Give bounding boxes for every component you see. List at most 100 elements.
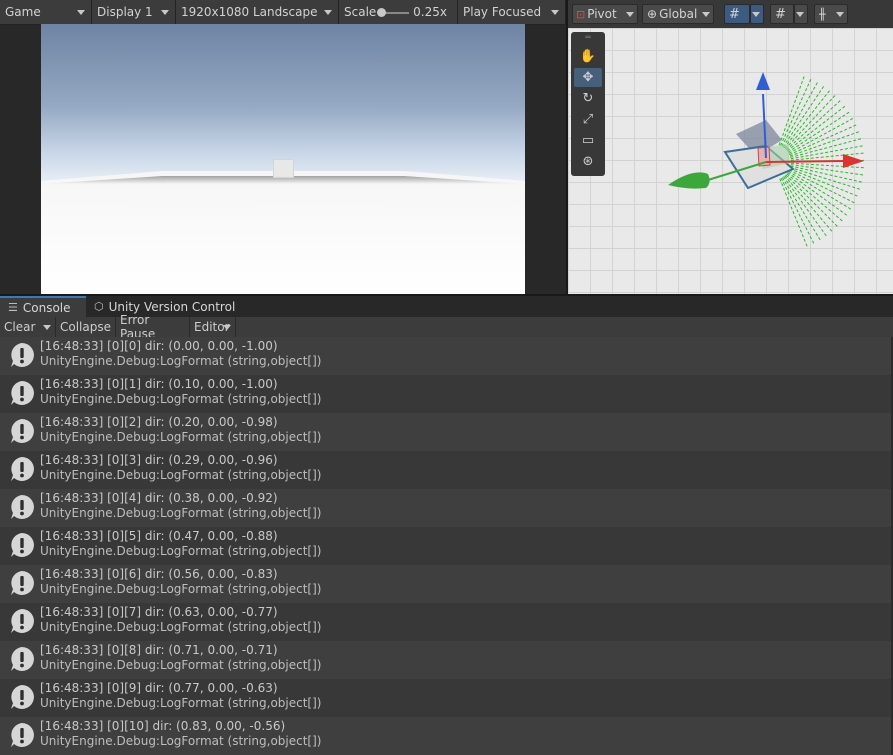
debug-ray [790,166,861,190]
chevron-down-icon [752,12,760,17]
editor-dropdown[interactable]: Editor [190,317,236,337]
game-ground-plane [41,171,525,294]
hand-icon: ✋ [579,49,597,64]
x-axis-arrow-icon[interactable] [843,154,864,168]
scene-gizmo-layer [668,72,865,248]
log-entry[interactable]: [16:48:33] [0][1] dir: (0.10, 0.00, -1.0… [0,375,891,413]
log-entry[interactable]: [16:48:33] [0][2] dir: (0.20, 0.00, -0.9… [0,413,891,451]
debug-ray [789,130,860,157]
warning-icon [9,380,35,406]
collapse-toggle[interactable]: Collapse [56,317,116,337]
scale-icon: ⤢ [582,112,594,127]
tab-console[interactable]: ☰ Console [0,296,86,317]
log-message: [16:48:33] [0][3] dir: (0.29, 0.00, -0.9… [40,453,278,467]
log-message: [16:48:33] [0][9] dir: (0.77, 0.00, -0.6… [40,681,278,695]
debug-ray [790,165,863,183]
scale-tool[interactable]: ⤢ [574,110,602,129]
game-view-dropdown[interactable]: Game [0,0,92,24]
scene-viewport[interactable]: ═ ✋ ✥ ↻ ⤢ ▭ ⊛ [568,28,893,294]
play-mode-dropdown[interactable]: Play Focused [458,0,566,24]
grid-dropdown[interactable] [750,4,764,24]
x-axis-handle[interactable] [765,160,844,163]
console-list-icon: ☰ [8,301,18,314]
chevron-down-icon [796,12,804,17]
warning-icon [9,532,35,558]
scale-slider-track[interactable] [383,12,409,14]
log-entry[interactable]: [16:48:33] [0][9] dir: (0.77, 0.00, -0.6… [0,679,891,717]
log-entry[interactable]: [16:48:33] [0][7] dir: (0.63, 0.00, -0.7… [0,603,891,641]
log-entry[interactable]: [16:48:33] [0][8] dir: (0.71, 0.00, -0.7… [0,641,891,679]
log-entry[interactable]: [16:48:33] [0][0] dir: (0.00, 0.00, -1.0… [0,337,891,375]
resolution-dropdown[interactable]: 1920x1080 Landscape [176,0,339,24]
grid-toggle-button[interactable]: # [724,4,750,24]
log-message: [16:48:33] [0][5] dir: (0.47, 0.00, -0.8… [40,529,278,543]
clear-button[interactable]: Clear [0,317,56,337]
pivot-toggle[interactable]: ⊡ Pivot [572,4,638,24]
debug-ray [788,117,855,154]
move-tool[interactable]: ✥ [574,68,602,87]
rect-tool[interactable]: ▭ [574,131,602,150]
game-cube [273,159,294,178]
chevron-down-icon [77,10,85,15]
game-view-panel: Game Display 1 1920x1080 Landscape Scale… [0,0,566,294]
version-control-icon: ⬡ [94,300,104,313]
error-pause-toggle[interactable]: Error Pause [116,313,190,341]
chevron-down-icon [161,10,169,15]
warning-icon [9,722,35,748]
log-stacktrace: UnityEngine.Debug:LogFormat (string,obje… [40,430,322,444]
globe-icon: ⊕ [647,7,658,21]
debug-ray [785,174,839,228]
warning-icon [9,570,35,596]
log-stacktrace: UnityEngine.Debug:LogFormat (string,obje… [40,582,322,596]
y-axis-arrow-icon[interactable] [756,72,770,90]
display-dropdown[interactable]: Display 1 [92,0,176,24]
debug-ray [784,175,834,233]
log-entry[interactable]: [16:48:33] [0][4] dir: (0.38, 0.00, -0.9… [0,489,891,527]
warning-icon [9,646,35,672]
scene-tools-palette: ═ ✋ ✥ ↻ ⤢ ▭ ⊛ [571,32,605,176]
log-stacktrace: UnityEngine.Debug:LogFormat (string,obje… [40,696,322,710]
debug-ray [785,99,842,151]
scale-label: Scale [344,5,377,19]
transform-tool[interactable]: ⊛ [574,152,602,171]
debug-ray [790,164,865,176]
warning-icon [9,494,35,520]
rotate-tool[interactable]: ↻ [574,89,602,108]
log-message: [16:48:33] [0][10] dir: (0.83, 0.00, -0.… [40,719,286,733]
rect-icon: ▭ [581,133,595,148]
tab-version-control-label: Unity Version Control [108,299,236,314]
log-entry[interactable]: [16:48:33] [0][5] dir: (0.47, 0.00, -0.8… [0,527,891,565]
tab-console-label: Console [22,300,71,315]
scale-slider-handle[interactable] [377,8,386,17]
z-axis-arrow-icon[interactable] [668,172,710,189]
pivot-icon: ⊡ [576,7,586,21]
game-viewport[interactable] [41,24,525,294]
log-entry[interactable]: [16:48:33] [0][10] dir: (0.83, 0.00, -0.… [0,717,891,755]
global-toggle[interactable]: ⊕ Global [642,4,714,24]
log-stacktrace: UnityEngine.Debug:LogFormat (string,obje… [40,468,322,482]
hand-tool[interactable]: ✋ [574,47,602,66]
warning-icon [9,342,35,368]
log-message: [16:48:33] [0][0] dir: (0.00, 0.00, -1.0… [40,339,278,353]
chevron-down-icon [223,325,231,330]
warning-icon [9,456,35,482]
game-view-toolbar: Game Display 1 1920x1080 Landscape Scale… [0,0,566,25]
warning-icon [9,684,35,710]
log-message: [16:48:33] [0][7] dir: (0.63, 0.00, -0.7… [40,605,278,619]
play-mode-label: Play Focused [463,5,542,19]
log-message: [16:48:33] [0][4] dir: (0.38, 0.00, -0.9… [40,491,278,505]
increment-snap-dropdown[interactable]: ╫ [814,4,848,24]
scene-view-panel: ⊡ Pivot ⊕ Global # # ╫ ═ ✋ ✥ ↻ ⤢ ▭ ⊛ [568,0,893,294]
log-stacktrace: UnityEngine.Debug:LogFormat (string,obje… [40,544,322,558]
log-entry[interactable]: [16:48:33] [0][3] dir: (0.29, 0.00, -0.9… [0,451,891,489]
collapse-label: Collapse [60,320,111,334]
chevron-down-icon [836,12,844,17]
snap-toggle-button[interactable]: # [770,4,794,24]
resolution-label: 1920x1080 Landscape [181,5,318,19]
rotate-icon: ↻ [582,91,594,106]
log-entry[interactable]: [16:48:33] [0][6] dir: (0.56, 0.00, -0.8… [0,565,891,603]
console-log-list[interactable]: [16:48:33] [0][0] dir: (0.00, 0.00, -1.0… [0,337,893,755]
palette-grip-icon[interactable]: ═ [574,34,602,44]
chevron-down-icon[interactable] [43,325,51,330]
snap-dropdown[interactable] [794,4,808,24]
